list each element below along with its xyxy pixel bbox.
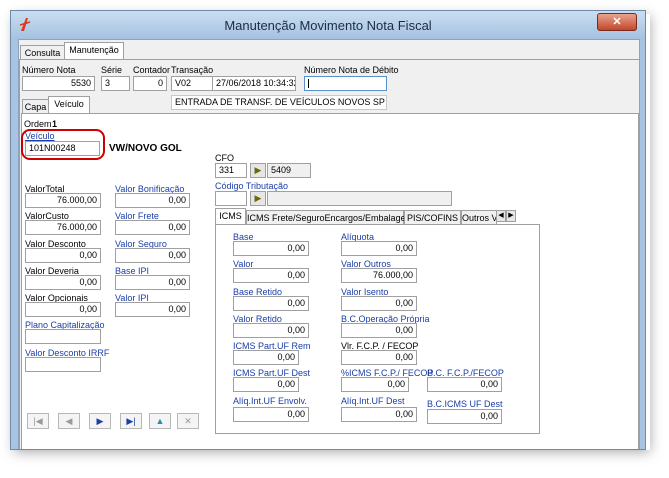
icms-part-uf-dest-field[interactable]: 0,00: [233, 377, 299, 392]
tabs-scroll-left-button[interactable]: ◀: [496, 210, 506, 222]
move-up-button[interactable]: ▲: [149, 413, 171, 429]
aliq-int-uf-envolv-field[interactable]: 0,00: [233, 407, 309, 422]
veiculo-description: VW/NOVO GOL: [109, 143, 182, 154]
highlight-circle: [21, 129, 105, 160]
first-record-button[interactable]: |◀: [27, 413, 49, 429]
nota-debito-input[interactable]: [304, 76, 387, 91]
valor-field[interactable]: 0,00: [233, 268, 309, 283]
client-area: Consulta Manutenção Número Nota 5530 Sér…: [18, 39, 640, 449]
tab-icms[interactable]: ICMS: [215, 208, 246, 225]
numero-nota-field[interactable]: 5530: [22, 76, 95, 91]
valor-opcionais-field[interactable]: 0,00: [25, 302, 101, 317]
next-record-button[interactable]: ▶: [89, 413, 111, 429]
codigo-tributacao-field[interactable]: [215, 191, 247, 206]
last-record-button[interactable]: ▶|: [120, 413, 142, 429]
close-button[interactable]: ✕: [597, 13, 637, 31]
codigo-tributacao-label: Código Tributação: [215, 181, 289, 191]
cfo-field[interactable]: 331: [215, 163, 247, 178]
bc-icms-uf-dest-label: B.C.ICMS UF Dest: [427, 399, 503, 409]
cfo-lookup-button[interactable]: ▶: [250, 163, 266, 178]
aliquota-field[interactable]: 0,00: [341, 241, 417, 256]
serie-label: Série: [101, 65, 123, 75]
icms-part-uf-rem-field[interactable]: 0,00: [233, 350, 299, 365]
prev-record-button[interactable]: ◀: [58, 413, 80, 429]
main-window: Manutenção Movimento Nota Fiscal ✕ Consu…: [10, 10, 646, 450]
valor-isento-field[interactable]: 0,00: [341, 296, 417, 311]
codigo-tributacao-description: [267, 191, 452, 206]
contador-field[interactable]: 0: [133, 76, 167, 91]
numero-nota-label: Número Nota: [22, 65, 76, 75]
transacao-label: Transação: [171, 65, 214, 75]
tab-outros[interactable]: Outros V: [461, 210, 497, 225]
valor-ipi-field[interactable]: 0,00: [115, 302, 190, 317]
valor-deveria-field[interactable]: 0,00: [25, 275, 101, 290]
valor-total-field[interactable]: 76.000,00: [25, 193, 101, 208]
text-cursor: [308, 79, 309, 88]
lookup-icon: ▶: [254, 165, 262, 175]
aliq-int-uf-dest-field[interactable]: 0,00: [341, 407, 417, 422]
lookup-icon: ▶: [254, 193, 262, 203]
codigo-tributacao-lookup-button[interactable]: ▶: [250, 191, 266, 206]
transacao-description: ENTRADA DE TRANSF. DE VEÍCULOS NOVOS SP: [171, 95, 387, 110]
valor-desconto-irrf-field[interactable]: [25, 357, 101, 372]
tabs-scroll-right-button[interactable]: ▶: [506, 210, 516, 222]
tab-veiculo[interactable]: Veículo: [48, 96, 90, 114]
valor-outros-field[interactable]: 76.000,00: [341, 268, 417, 283]
valor-custo-field[interactable]: 76.000,00: [25, 220, 101, 235]
plano-capitalizacao-field[interactable]: [25, 329, 101, 344]
transacao-field[interactable]: V02: [171, 76, 213, 91]
pct-icms-fcp-fecop-field[interactable]: 0,00: [341, 377, 409, 392]
ordem-label: Ordem: [24, 119, 52, 129]
chevron-left-icon: ◀: [498, 212, 504, 219]
ordem-value: 1: [52, 119, 58, 129]
valor-seguro-field[interactable]: 0,00: [115, 248, 190, 263]
tab-capa[interactable]: Capa: [22, 99, 49, 114]
valor-bonificacao-field[interactable]: 0,00: [115, 193, 190, 208]
tab-icms-frete[interactable]: ICMS Frete/SeguroEncargos/Embalagem: [246, 210, 413, 225]
aliq-int-uf-envolv-label: Alíq.Int.UF Envolv.: [233, 396, 307, 406]
tab-pis-cofins[interactable]: PIS/COFINS: [404, 210, 461, 225]
valor-frete-field[interactable]: 0,00: [115, 220, 190, 235]
valor-desconto-field[interactable]: 0,00: [25, 248, 101, 263]
cfo-label: CFO: [215, 153, 234, 163]
base-ipi-field[interactable]: 0,00: [115, 275, 190, 290]
tab-manutencao[interactable]: Manutenção: [64, 42, 124, 60]
aliq-int-uf-dest-label: Alíq.Int.UF Dest: [341, 396, 405, 406]
window-title: Manutenção Movimento Nota Fiscal: [224, 18, 432, 33]
contador-label: Contador: [133, 65, 171, 75]
bc-operacao-propria-field[interactable]: 0,00: [341, 323, 417, 338]
base-field[interactable]: 0,00: [233, 241, 309, 256]
valor-retido-field[interactable]: 0,00: [233, 323, 309, 338]
vlr-fcp-fecop-field[interactable]: 0,00: [341, 350, 417, 365]
bc-fcp-fecop-field[interactable]: 0,00: [427, 377, 502, 392]
bc-icms-uf-dest-field[interactable]: 0,00: [427, 409, 502, 424]
serie-field[interactable]: 3: [101, 76, 130, 91]
chevron-right-icon: ▶: [508, 212, 514, 219]
delete-record-button[interactable]: ✕: [177, 413, 199, 429]
cfo-code: 5409: [267, 163, 311, 178]
transacao-datetime-field: 27/06/2018 10:34:32: [212, 76, 296, 91]
nota-debito-label: Número Nota de Débito: [304, 65, 399, 75]
tab-consulta[interactable]: Consulta: [20, 45, 65, 60]
title-bar[interactable]: Manutenção Movimento Nota Fiscal ✕: [11, 11, 645, 39]
base-retido-field[interactable]: 0,00: [233, 296, 309, 311]
